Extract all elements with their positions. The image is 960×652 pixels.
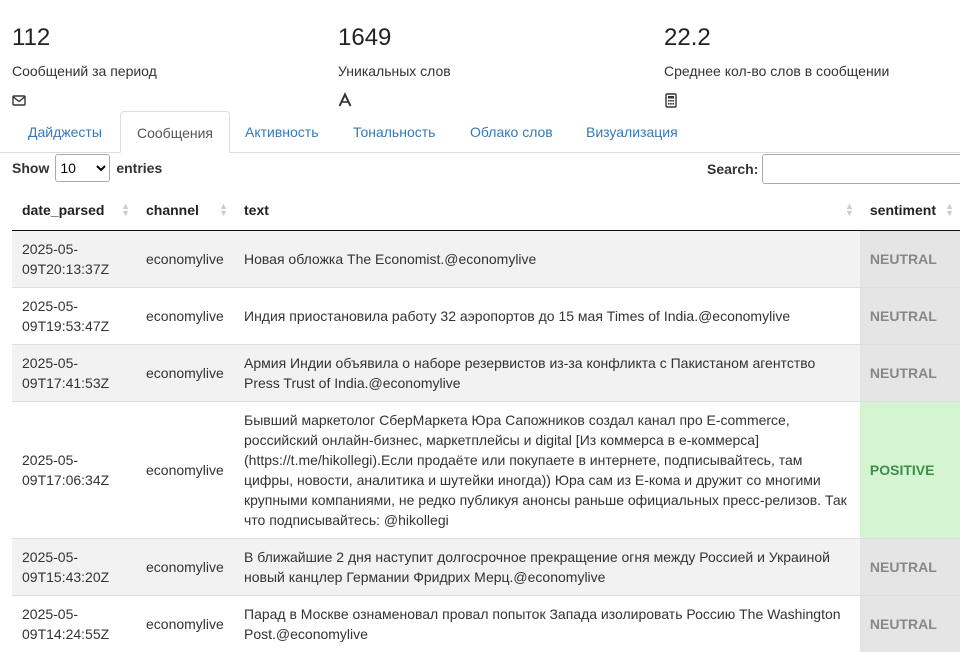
table-header-row: date_parsed ▲▼ channel ▲▼ text ▲▼ sentiment… [12, 190, 960, 231]
cell-channel: economylive [136, 288, 234, 345]
stat-label: Сообщений за период [12, 63, 157, 79]
stats-panel: 112 Сообщений за период 1649 Уникальных … [0, 0, 960, 112]
column-header-sentiment[interactable]: sentiment ▲▼ [860, 190, 960, 231]
date-part: 2025-05- [22, 606, 78, 622]
header-label: channel [146, 202, 199, 218]
stat-value: 112 [12, 24, 50, 52]
stat-label: Уникальных слов [338, 63, 451, 79]
cell-date: 2025-05- 09T15:43:20Z [12, 539, 136, 596]
table-row: 2025-05- 09T17:41:53Z economylive Армия И… [12, 345, 960, 402]
date-part: 09T14:24:55Z [22, 626, 109, 642]
header-label: date_parsed [22, 202, 104, 218]
column-header-text[interactable]: text ▲▼ [234, 190, 860, 231]
envelope-icon [12, 92, 26, 108]
cell-sentiment: POSITIVE [860, 402, 960, 539]
table-row: 2025-05- 09T19:53:47Z economylive Индия п… [12, 288, 960, 345]
cell-date: 2025-05- 09T17:06:34Z [12, 402, 136, 539]
date-part: 2025-05- [22, 452, 78, 468]
date-part: 09T17:41:53Z [22, 375, 109, 391]
sort-icon: ▲▼ [219, 203, 228, 217]
table-row: 2025-05- 09T17:06:34Z economylive Бывший … [12, 402, 960, 539]
cell-text: Индия приостановила работу 32 аэропортов… [234, 288, 860, 345]
tab-activity[interactable]: Активность [229, 111, 335, 153]
show-label: Show [12, 160, 49, 176]
date-part: 2025-05- [22, 298, 78, 314]
tab-sentiment[interactable]: Тональность [337, 111, 451, 153]
date-part: 2025-05- [22, 241, 78, 257]
date-part: 09T15:43:20Z [22, 569, 109, 585]
cell-text: Новая обложка The Economist.@economylive [234, 231, 860, 288]
cell-text: Парад в Москве ознаменовал провал попыто… [234, 596, 860, 652]
cell-sentiment: NEUTRAL [860, 345, 960, 402]
entries-length-control: Show 10 entries [12, 153, 162, 183]
messages-table: date_parsed ▲▼ channel ▲▼ text ▲▼ sentiment… [12, 190, 960, 652]
search-label: Search: [707, 161, 758, 177]
cell-sentiment: NEUTRAL [860, 231, 960, 288]
search-control: Search: [707, 153, 960, 185]
tab-messages[interactable]: Сообщения [120, 111, 230, 153]
date-part: 2025-05- [22, 549, 78, 565]
tab-word-cloud[interactable]: Облако слов [454, 111, 569, 153]
cell-text: Бывший маркетолог СберМаркета Юра Сапожн… [234, 402, 860, 539]
stat-label: Среднее кол-во слов в сообщении [664, 63, 889, 79]
column-header-channel[interactable]: channel ▲▼ [136, 190, 234, 231]
date-part: 09T20:13:37Z [22, 261, 109, 277]
cell-text: В ближайшие 2 дня наступит долгосрочное … [234, 539, 860, 596]
table-row: 2025-05- 09T15:43:20Z economylive В ближа… [12, 539, 960, 596]
cell-sentiment: NEUTRAL [860, 288, 960, 345]
cell-channel: economylive [136, 539, 234, 596]
calculator-icon [664, 92, 678, 108]
cell-sentiment: NEUTRAL [860, 539, 960, 596]
cell-channel: economylive [136, 402, 234, 539]
stat-value: 1649 [338, 24, 391, 52]
stat-value: 22.2 [664, 24, 711, 52]
cell-sentiment: NEUTRAL [860, 596, 960, 652]
header-label: text [244, 202, 269, 218]
column-header-date[interactable]: date_parsed ▲▼ [12, 190, 136, 231]
cell-channel: economylive [136, 596, 234, 652]
cell-date: 2025-05- 09T19:53:47Z [12, 288, 136, 345]
date-part: 09T17:06:34Z [22, 472, 109, 488]
sort-icon: ▲▼ [845, 203, 854, 217]
date-part: 09T19:53:47Z [22, 318, 109, 334]
search-input[interactable] [762, 154, 960, 184]
table-controls: Show 10 entries Search: [0, 153, 960, 189]
cell-date: 2025-05- 09T17:41:53Z [12, 345, 136, 402]
entries-label: entries [116, 160, 162, 176]
sort-icon: ▲▼ [945, 203, 954, 217]
header-label: sentiment [870, 202, 936, 218]
cell-text: Армия Индии объявила о наборе резервисто… [234, 345, 860, 402]
nav-tabs: Дайджесты Сообщения Активность Тональнос… [0, 111, 960, 153]
font-icon [338, 92, 352, 108]
tab-visualization[interactable]: Визуализация [570, 111, 694, 153]
date-part: 2025-05- [22, 355, 78, 371]
cell-date: 2025-05- 09T20:13:37Z [12, 231, 136, 288]
table-row: 2025-05- 09T14:24:55Z economylive Парад в… [12, 596, 960, 652]
cell-date: 2025-05- 09T14:24:55Z [12, 596, 136, 652]
sort-icon: ▲▼ [121, 203, 130, 217]
table-row: 2025-05- 09T20:13:37Z economylive Новая о… [12, 231, 960, 288]
cell-channel: economylive [136, 345, 234, 402]
entries-select[interactable]: 10 [55, 154, 110, 182]
tab-digests[interactable]: Дайджесты [12, 111, 118, 153]
cell-channel: economylive [136, 231, 234, 288]
